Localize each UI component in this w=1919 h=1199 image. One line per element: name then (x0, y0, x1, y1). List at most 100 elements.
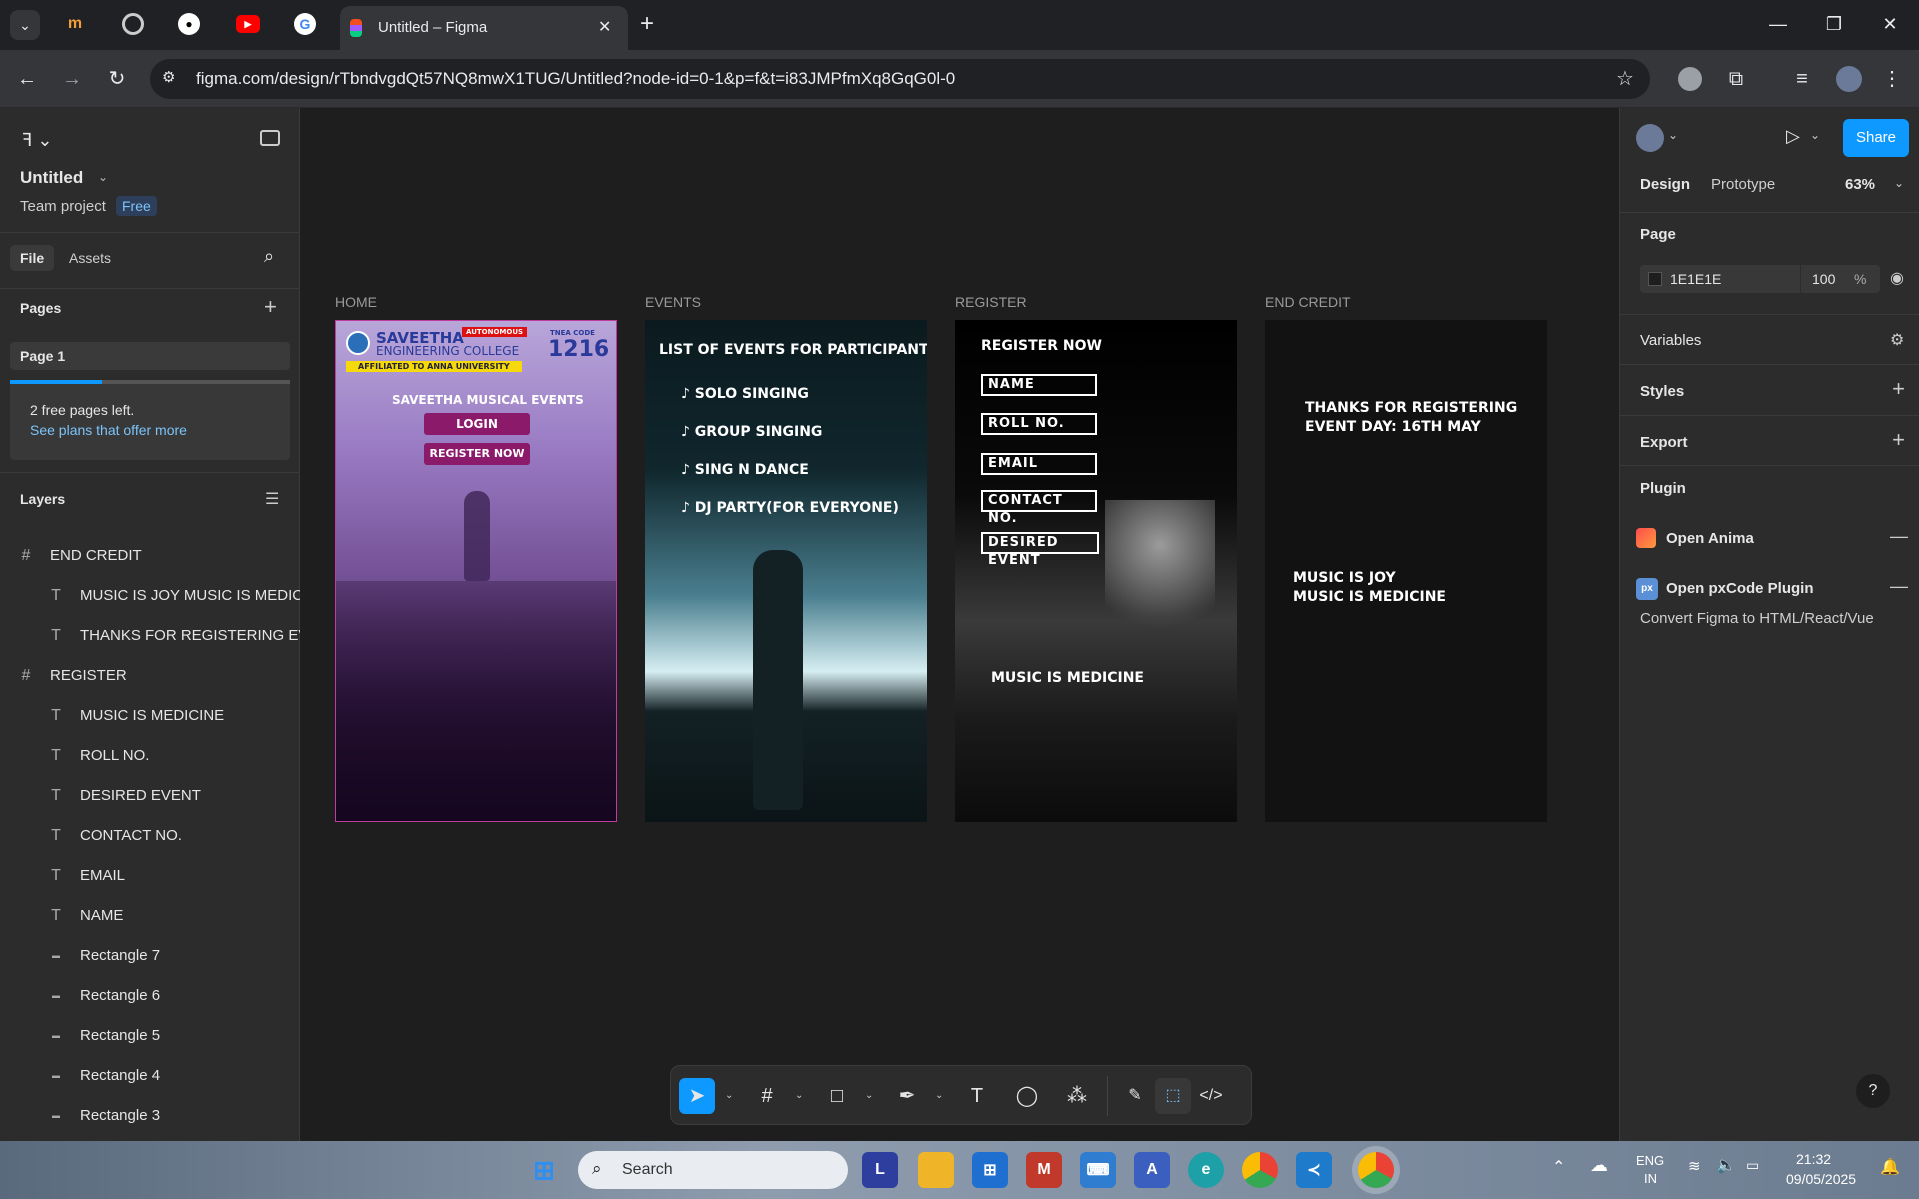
frame-label-events[interactable]: EVENTS (645, 294, 701, 310)
register-field[interactable]: NAME (981, 374, 1097, 396)
chrome-tab-icon[interactable] (122, 13, 144, 35)
monica-tab-icon[interactable]: m (64, 13, 86, 35)
layer-row[interactable]: ▬ Rectangle 6 (0, 976, 300, 1016)
taskbar-search[interactable]: ⌕ Search (578, 1151, 848, 1189)
close-tab-icon[interactable]: ✕ (598, 17, 611, 37)
present-chevron-icon[interactable]: ⌄ (1810, 128, 1820, 142)
add-style-icon[interactable]: + (1892, 376, 1905, 402)
layer-row[interactable]: T NAME (0, 896, 300, 936)
layer-frame-row[interactable]: # REGISTER (0, 656, 300, 696)
canvas[interactable]: HOME EVENTS REGISTER END CREDIT SAVEETHA… (301, 108, 1619, 1141)
comment-tool-icon[interactable]: ◯ (1009, 1078, 1045, 1114)
youtube-tab-icon[interactable]: ▶ (236, 15, 260, 33)
back-icon[interactable]: ← (15, 67, 39, 91)
zoom-level[interactable]: 63% (1845, 176, 1875, 193)
plan-badge[interactable]: Free (116, 196, 157, 216)
actions-tool-icon[interactable]: ⁂ (1059, 1078, 1095, 1114)
pen-tool-icon[interactable]: ✒ (889, 1078, 925, 1114)
move-tool-chevron-icon[interactable]: ⌄ (725, 1090, 733, 1101)
add-page-icon[interactable]: + (264, 294, 277, 320)
restore-icon[interactable]: ❐ (1822, 12, 1846, 36)
tab-search-button[interactable]: ⌄ (10, 10, 40, 40)
github-tab-icon[interactable]: ● (178, 13, 200, 35)
layer-row[interactable]: T ROLL NO. (0, 736, 300, 776)
file-explorer-icon[interactable] (918, 1152, 954, 1188)
variables-heading[interactable]: Variables (1640, 332, 1701, 349)
register-field[interactable]: DESIRED EVENT (981, 532, 1099, 568)
keyboard-app-icon[interactable]: ⌨ (1080, 1152, 1116, 1188)
new-tab-icon[interactable]: + (640, 10, 654, 38)
register-field[interactable]: EMAIL (981, 453, 1097, 475)
layer-row[interactable]: T DESIRED EVENT (0, 776, 300, 816)
layer-row[interactable]: T MUSIC IS JOY MUSIC IS MEDICINE (0, 576, 300, 616)
reload-icon[interactable]: ↻ (105, 67, 129, 91)
register-field[interactable]: ROLL NO. (981, 413, 1097, 435)
share-button[interactable]: Share (1843, 119, 1909, 157)
plugin-pxcode[interactable]: px Open pxCode Plugin — (1636, 576, 1908, 602)
home-register-button[interactable]: REGISTER NOW (424, 443, 530, 465)
present-play-icon[interactable]: ▷ (1786, 126, 1800, 147)
battery-icon[interactable]: ▭ (1746, 1157, 1759, 1174)
ms-store-icon[interactable]: ⊞ (972, 1152, 1008, 1188)
media-control-icon[interactable]: ≡ (1790, 67, 1814, 91)
draw-mode-icon[interactable]: ✎ (1117, 1078, 1153, 1114)
page-color-field[interactable]: 1E1E1E 100 % (1640, 265, 1880, 293)
file-title-chevron-icon[interactable]: ⌄ (98, 170, 108, 184)
move-tool-icon[interactable]: ➤ (679, 1078, 715, 1114)
vscode-icon[interactable]: ≺ (1296, 1152, 1332, 1188)
page-color-hex[interactable]: 1E1E1E (1670, 271, 1721, 287)
collapse-layers-icon[interactable]: ☰ (265, 489, 279, 509)
minimize-icon[interactable]: — (1766, 12, 1790, 36)
layer-row[interactable]: T CONTACT NO. (0, 816, 300, 856)
plugin-pxcode-remove-icon[interactable]: — (1890, 576, 1908, 597)
rectangle-tool-icon[interactable]: □ (819, 1078, 855, 1114)
site-info-icon[interactable]: ⚙ (162, 68, 175, 86)
page-opacity[interactable]: 100 (1812, 271, 1835, 287)
google-tab-icon[interactable]: G (294, 13, 316, 35)
chrome-active-taskbar-icon[interactable] (1358, 1152, 1394, 1188)
tab-prototype[interactable]: Prototype (1711, 176, 1775, 193)
tab-design[interactable]: Design (1640, 176, 1690, 193)
file-title[interactable]: Untitled (20, 168, 83, 188)
app-l-icon[interactable]: L (862, 1152, 898, 1188)
url-text[interactable]: figma.com/design/rTbndvgdQt57NQ8mwX1TUG/… (196, 69, 955, 89)
frame-tool-icon[interactable]: # (749, 1078, 785, 1114)
add-export-icon[interactable]: + (1892, 427, 1905, 453)
layer-row[interactable]: ▬ Rectangle 5 (0, 1016, 300, 1056)
shape-tool-chevron-icon[interactable]: ⌄ (865, 1090, 873, 1101)
volume-icon[interactable]: 🔈 (1716, 1155, 1736, 1175)
text-tool-icon[interactable]: T (959, 1078, 995, 1114)
frame-label-home[interactable]: HOME (335, 294, 377, 310)
extensions-icon[interactable]: ⧉ (1724, 67, 1748, 91)
layer-row[interactable]: ▬ Rectangle 4 (0, 1056, 300, 1096)
arc-app-icon[interactable]: A (1134, 1152, 1170, 1188)
notification-bell-icon[interactable]: 🔔 (1880, 1157, 1900, 1177)
bookmark-star-icon[interactable]: ☆ (1616, 66, 1634, 91)
layer-row[interactable]: T EMAIL (0, 856, 300, 896)
search-layers-icon[interactable]: ⌕ (264, 246, 274, 267)
plugin-anima[interactable]: Open Anima — (1636, 526, 1908, 552)
tab-file[interactable]: File (10, 245, 55, 271)
monica-extension-icon[interactable] (1678, 67, 1702, 91)
lang-1[interactable]: ENG (1636, 1153, 1664, 1168)
help-button[interactable]: ? (1856, 1074, 1890, 1108)
layer-row[interactable]: T MUSIC IS MEDICINE (0, 696, 300, 736)
active-tab[interactable]: Untitled – Figma ✕ (340, 6, 628, 50)
edge-icon[interactable]: e (1188, 1152, 1224, 1188)
close-window-icon[interactable]: ✕ (1878, 12, 1902, 36)
plugin-anima-remove-icon[interactable]: — (1890, 526, 1908, 547)
frame-events[interactable]: LIST OF EVENTS FOR PARTICIPANTS ♪ SOLO S… (645, 320, 927, 822)
layer-row[interactable]: ▬ Rectangle 7 (0, 936, 300, 976)
page-color-swatch[interactable] (1648, 272, 1662, 286)
frame-label-register[interactable]: REGISTER (955, 294, 1027, 310)
design-mode-icon[interactable]: ⬚ (1155, 1078, 1191, 1114)
toggle-sidebar-icon[interactable] (260, 130, 280, 146)
wifi-icon[interactable]: ≋ (1688, 1157, 1701, 1175)
figma-main-menu-icon[interactable]: ꟻ ⌄ (22, 130, 52, 151)
frame-home[interactable]: SAVEETHA ENGINEERING COLLEGE AUTONOMOUS … (335, 320, 617, 822)
see-plans-link[interactable]: See plans that offer more (30, 422, 187, 438)
forward-icon[interactable]: → (60, 67, 84, 91)
chrome-taskbar-icon[interactable] (1242, 1152, 1278, 1188)
pen-tool-chevron-icon[interactable]: ⌄ (935, 1090, 943, 1101)
frame-label-end-credit[interactable]: END CREDIT (1265, 294, 1351, 310)
